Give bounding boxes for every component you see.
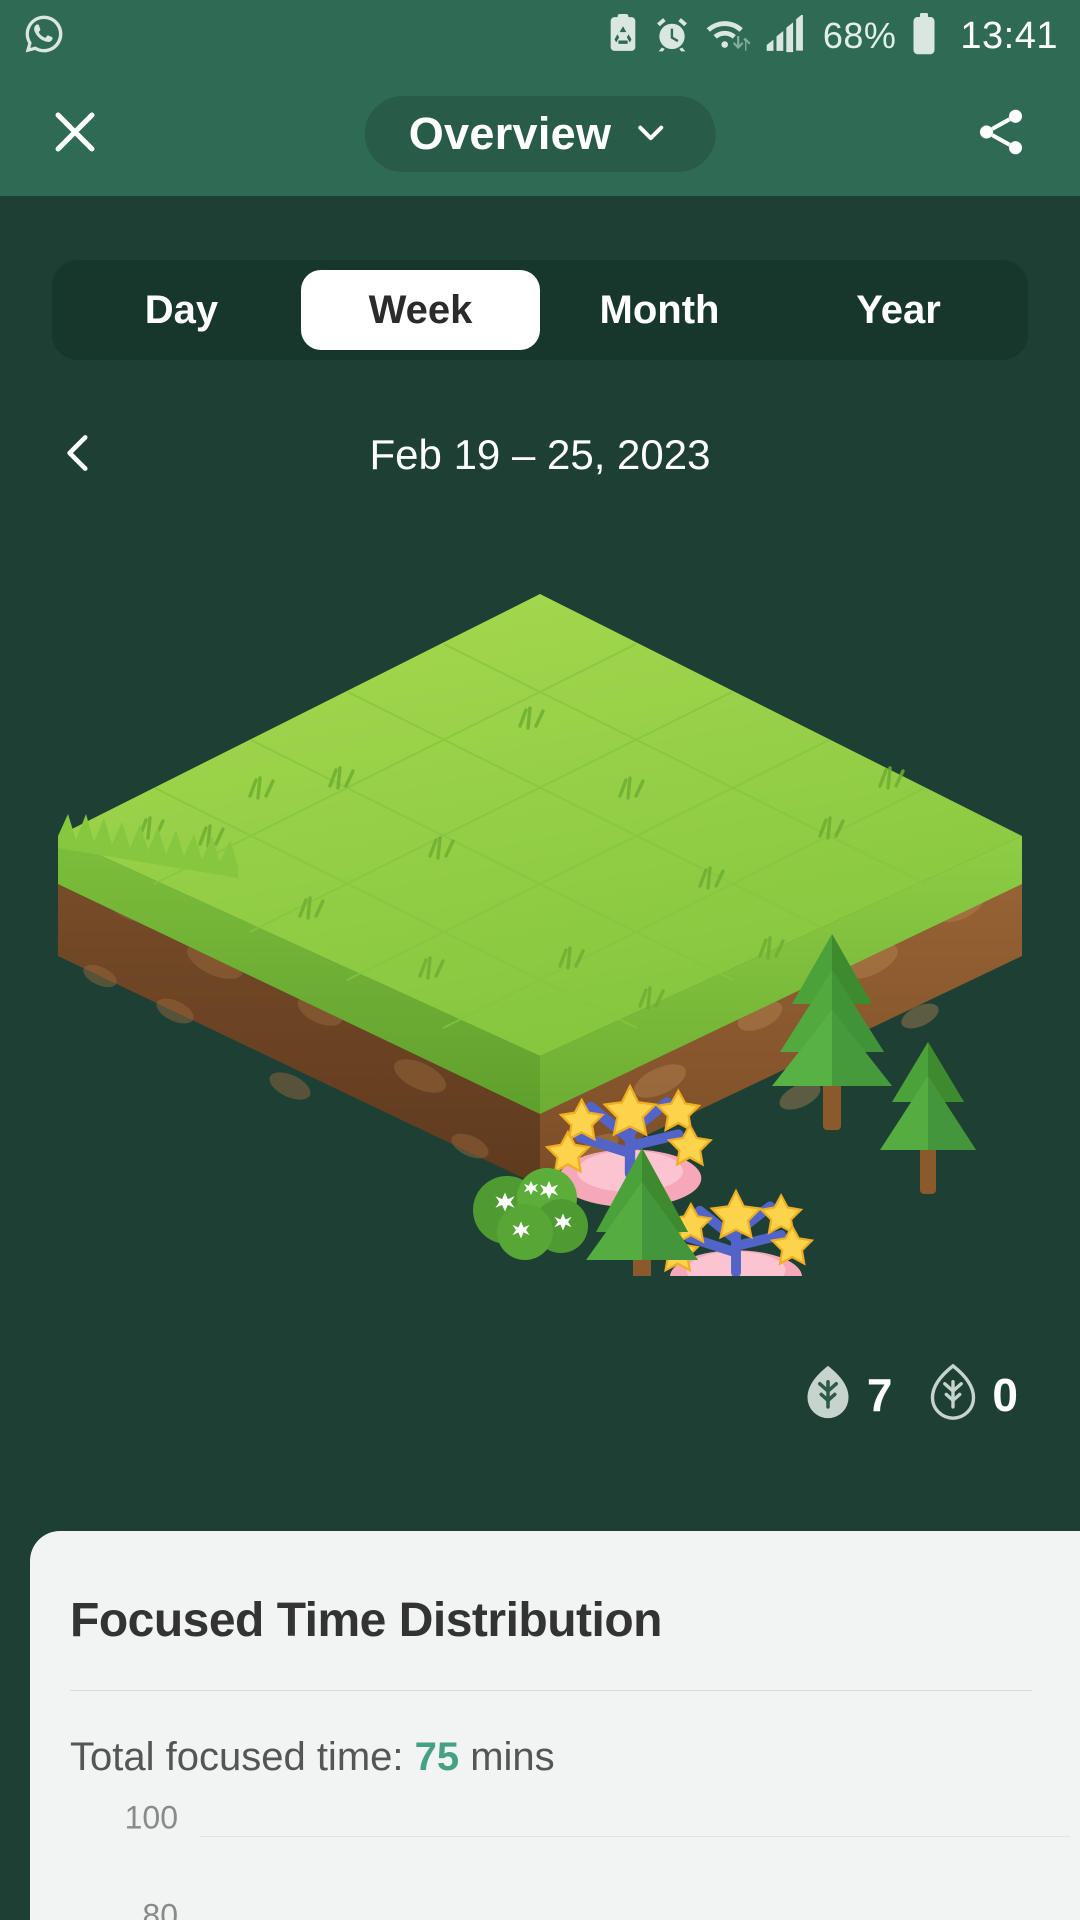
tab-day-label: Day [144,287,219,332]
close-icon [46,103,104,166]
tab-year-label: Year [856,287,941,332]
wifi-icon [705,15,751,58]
total-prefix-label: Total focused time: [70,1735,415,1779]
whatsapp-icon [22,12,66,61]
chart-bars [200,1816,1070,1920]
dead-tree-count: 0 [992,1368,1018,1421]
page-title: Overview [408,108,612,159]
date-range-label: Feb 19 – 25, 2023 [369,431,711,478]
focused-time-card: Focused Time Distribution Total focused … [30,1531,1080,1920]
overview-content: Day Week Month Year Feb 19 – 25, 2023 7 … [0,196,1080,1920]
app-header: Overview [0,72,1080,196]
period-segmented-control: Day Week Month Year [52,260,1028,360]
tab-year[interactable]: Year [779,270,1018,350]
status-bar-left [22,12,66,61]
chevron-left-icon [54,428,104,483]
previous-week-button[interactable] [44,420,114,490]
battery-percent-label: 68% [822,15,897,56]
status-bar: 68% 13:41 [0,0,1080,72]
battery-icon [910,12,938,60]
ytick-label-80: 80 [142,1897,178,1920]
dead-tree-icon [928,1363,978,1425]
tab-day[interactable]: Day [62,270,301,350]
date-navigation: Feb 19 – 25, 2023 [0,400,1080,510]
healthy-tree-count: 7 [866,1368,893,1421]
chevron-down-icon [629,111,671,158]
share-button[interactable] [970,103,1032,165]
card-divider [70,1690,1032,1691]
signal-bars-icon [765,13,809,58]
overview-dropdown-button[interactable]: Overview [364,96,716,172]
focused-time-bar-chart: 100 80 60 [70,1800,1070,1920]
total-focused-time: Total focused time: 75 mins [70,1735,1070,1780]
forest-island-illustration [0,586,1080,1441]
ytick-label-100: 100 [124,1799,178,1836]
healthy-tree-icon [803,1364,853,1425]
tab-month-label: Month [599,287,720,332]
status-bar-right: 68% 13:41 [607,12,1058,60]
dead-tree-counter: 0 [928,1363,1018,1425]
clipboard-recycle-icon [607,13,639,59]
tab-month[interactable]: Month [540,270,779,350]
tab-week[interactable]: Week [301,270,540,350]
card-title: Focused Time Distribution [70,1594,663,1647]
close-button[interactable] [44,103,106,165]
total-value: 75 [414,1735,460,1779]
share-icon [972,103,1030,166]
tree-counters: 7 0 [803,1363,1018,1425]
total-suffix-label: mins [459,1735,555,1779]
alarm-clock-icon [653,15,691,58]
tab-week-label: Week [368,287,473,332]
healthy-tree-counter: 7 [803,1364,893,1425]
clock-label: 13:41 [960,14,1058,57]
